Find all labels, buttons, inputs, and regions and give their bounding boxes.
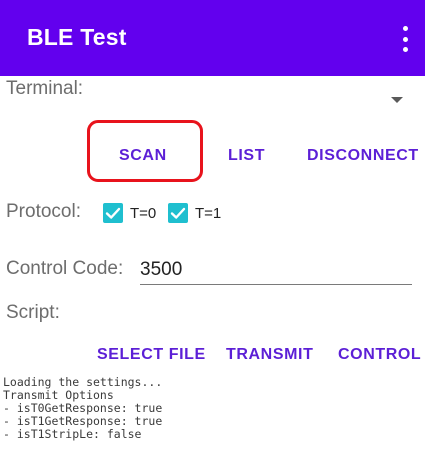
- app-bar: BLE Test: [0, 0, 425, 76]
- t1-checkbox[interactable]: [168, 203, 188, 223]
- disconnect-button[interactable]: DISCONNECT: [307, 147, 419, 165]
- app-title: BLE Test: [27, 24, 127, 50]
- arrow-drop-down-icon: [391, 97, 403, 103]
- control-code-label: Control Code:: [6, 258, 124, 279]
- scan-button[interactable]: SCAN: [119, 147, 167, 165]
- select-file-button[interactable]: SELECT FILE: [97, 346, 206, 364]
- log-output: Loading the settings... Transmit Options…: [3, 376, 413, 441]
- t1-label: T=1: [195, 205, 222, 222]
- terminal-label: Terminal:: [6, 78, 84, 99]
- check-icon: [170, 207, 186, 219]
- check-icon: [105, 207, 121, 219]
- control-code-input[interactable]: [140, 256, 412, 285]
- control-button[interactable]: CONTROL: [338, 346, 421, 364]
- protocol-label: Protocol:: [6, 201, 81, 222]
- more-vert-icon[interactable]: [396, 26, 414, 52]
- list-button[interactable]: LIST: [228, 147, 265, 165]
- terminal-dropdown[interactable]: [380, 88, 416, 114]
- script-label: Script:: [6, 302, 60, 323]
- log-line: - isT1StripLe: false: [3, 427, 142, 441]
- t0-label: T=0: [130, 205, 157, 222]
- t0-checkbox[interactable]: [103, 203, 123, 223]
- transmit-button[interactable]: TRANSMIT: [226, 346, 313, 364]
